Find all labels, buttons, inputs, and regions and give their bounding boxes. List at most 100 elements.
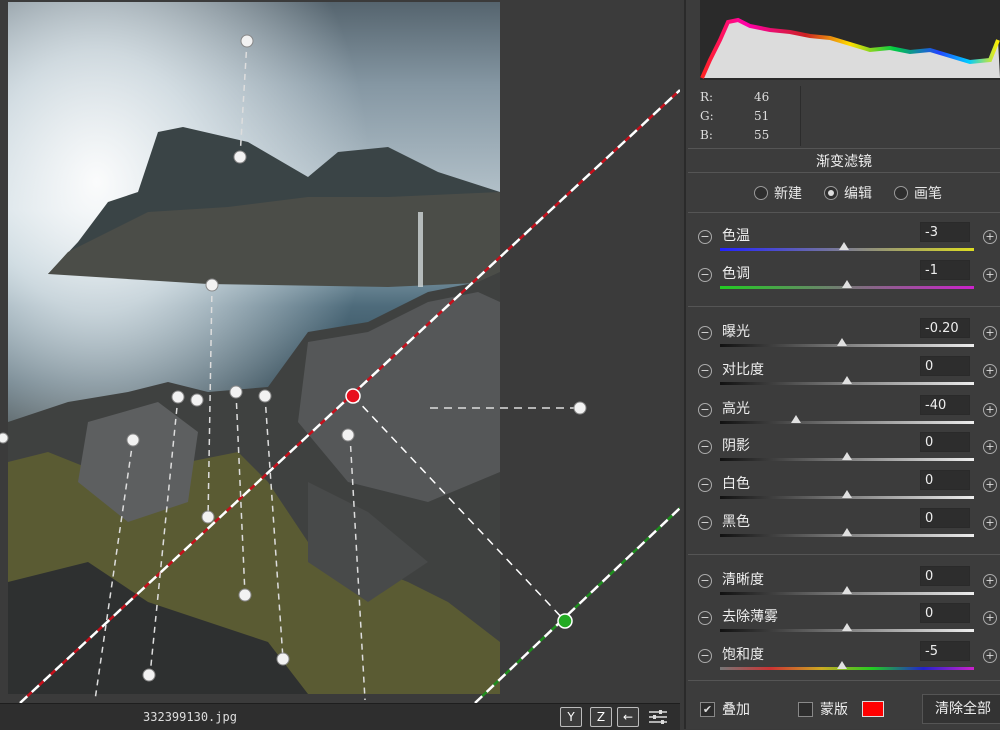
slider-track[interactable] [720,661,974,670]
minus-icon[interactable]: − [698,649,712,663]
slider-thumb[interactable] [842,490,852,498]
slider-track[interactable] [720,623,974,632]
slider-value-input[interactable]: 0 [920,356,970,376]
slider-value-input[interactable]: -0.20 [920,318,970,338]
pin-handle[interactable] [341,428,355,442]
slider-value-input[interactable]: -1 [920,260,970,280]
image-canvas[interactable]: 332399130.jpg Y Z ← [0,0,680,730]
slider-track[interactable] [720,586,974,595]
slider-thumb[interactable] [842,452,852,460]
pin-handle[interactable] [229,385,243,399]
slider-track[interactable] [720,376,974,385]
b-label: B: [700,128,713,142]
pin-handle[interactable] [201,510,215,524]
slider-value-input[interactable]: 0 [920,566,970,586]
slider-thumb[interactable] [836,338,847,346]
pin-handle[interactable] [258,389,272,403]
mode-brush[interactable]: 画笔 [894,183,942,203]
minus-icon[interactable]: − [698,611,712,625]
pin-handle[interactable] [126,433,140,447]
overlay-checkbox[interactable]: ✔ [700,702,715,717]
slider-row: − 曝光 -0.20 + [686,318,1000,354]
slider-track[interactable] [720,338,974,347]
active-pin-red[interactable] [345,388,361,404]
pin-handle[interactable] [238,588,252,602]
slider-value-input[interactable]: -5 [920,641,970,661]
mode-edit[interactable]: 编辑 [824,183,872,203]
plus-icon[interactable]: + [983,574,997,588]
slider-track[interactable] [720,242,974,251]
slider-row: − 清晰度 0 + [686,566,1000,602]
slider-value-input[interactable]: 0 [920,432,970,452]
minus-icon[interactable]: − [698,574,712,588]
minus-icon[interactable]: − [698,326,712,340]
slider-label: 曝光 [722,324,750,340]
plus-icon[interactable]: + [983,516,997,530]
slider-row: − 阴影 0 + [686,432,1000,468]
clear-all-button[interactable]: 清除全部 [922,694,1000,724]
slider-thumb[interactable] [842,376,852,384]
sliders-icon[interactable] [647,708,669,726]
arrow-button[interactable]: ← [617,707,639,727]
plus-icon[interactable]: + [983,326,997,340]
minus-icon[interactable]: − [698,230,712,244]
radio-selected-icon[interactable] [824,186,838,200]
minus-icon[interactable]: − [698,403,712,417]
plus-icon[interactable]: + [983,649,997,663]
slider-track[interactable] [720,528,974,537]
slider-label: 白色 [722,476,750,492]
pin-handle[interactable] [240,34,254,48]
slider-value-input[interactable]: -3 [920,222,970,242]
z-button[interactable]: Z [590,707,612,727]
slider-value-input[interactable]: 0 [920,470,970,490]
radio-icon[interactable] [894,186,908,200]
slider-thumb[interactable] [791,415,802,423]
mask-color-swatch[interactable] [862,701,884,717]
pin-handle[interactable] [233,150,247,164]
minus-icon[interactable]: − [698,268,712,282]
pin-handle[interactable] [205,278,219,292]
plus-icon[interactable]: + [983,268,997,282]
slider-thumb[interactable] [842,280,852,288]
mode-new[interactable]: 新建 [754,183,802,203]
plus-icon[interactable]: + [983,364,997,378]
slider-thumb[interactable] [842,586,852,594]
slider-thumb[interactable] [836,661,847,669]
slider-track[interactable] [720,280,974,289]
radio-icon[interactable] [754,186,768,200]
minus-icon[interactable]: − [698,440,712,454]
plus-icon[interactable]: + [983,230,997,244]
slider-track[interactable] [720,452,974,461]
pin-handle[interactable] [190,393,204,407]
plus-icon[interactable]: + [983,478,997,492]
plus-icon[interactable]: + [983,440,997,454]
plus-icon[interactable]: + [983,611,997,625]
y-button[interactable]: Y [560,707,582,727]
mask-checkbox[interactable] [798,702,813,717]
minus-icon[interactable]: − [698,364,712,378]
slider-row: − 色温 -3 + [686,222,1000,258]
minus-icon[interactable]: − [698,516,712,530]
pin-handle[interactable] [573,401,587,415]
minus-icon[interactable]: − [698,478,712,492]
slider-thumb[interactable] [839,242,850,250]
slider-row: − 高光 -40 + [686,395,1000,431]
pin-green[interactable] [557,613,573,629]
slider-thumb[interactable] [842,528,852,536]
slider-value-input[interactable]: -40 [920,395,970,415]
pin-handle[interactable] [142,668,156,682]
pin-handle[interactable] [171,390,185,404]
pin-handle[interactable] [276,652,290,666]
g-label: G: [700,109,714,123]
slider-track[interactable] [720,490,974,499]
divider [688,554,1000,555]
slider-label: 色调 [722,266,750,282]
slider-thumb[interactable] [842,623,852,631]
plus-icon[interactable]: + [983,403,997,417]
slider-value-input[interactable]: 0 [920,603,970,623]
slider-value-input[interactable]: 0 [920,508,970,528]
b-value: 55 [754,128,770,142]
gradient-filter-overlay[interactable] [0,0,680,729]
slider-track[interactable] [720,415,974,424]
pin-handle[interactable] [0,432,9,444]
